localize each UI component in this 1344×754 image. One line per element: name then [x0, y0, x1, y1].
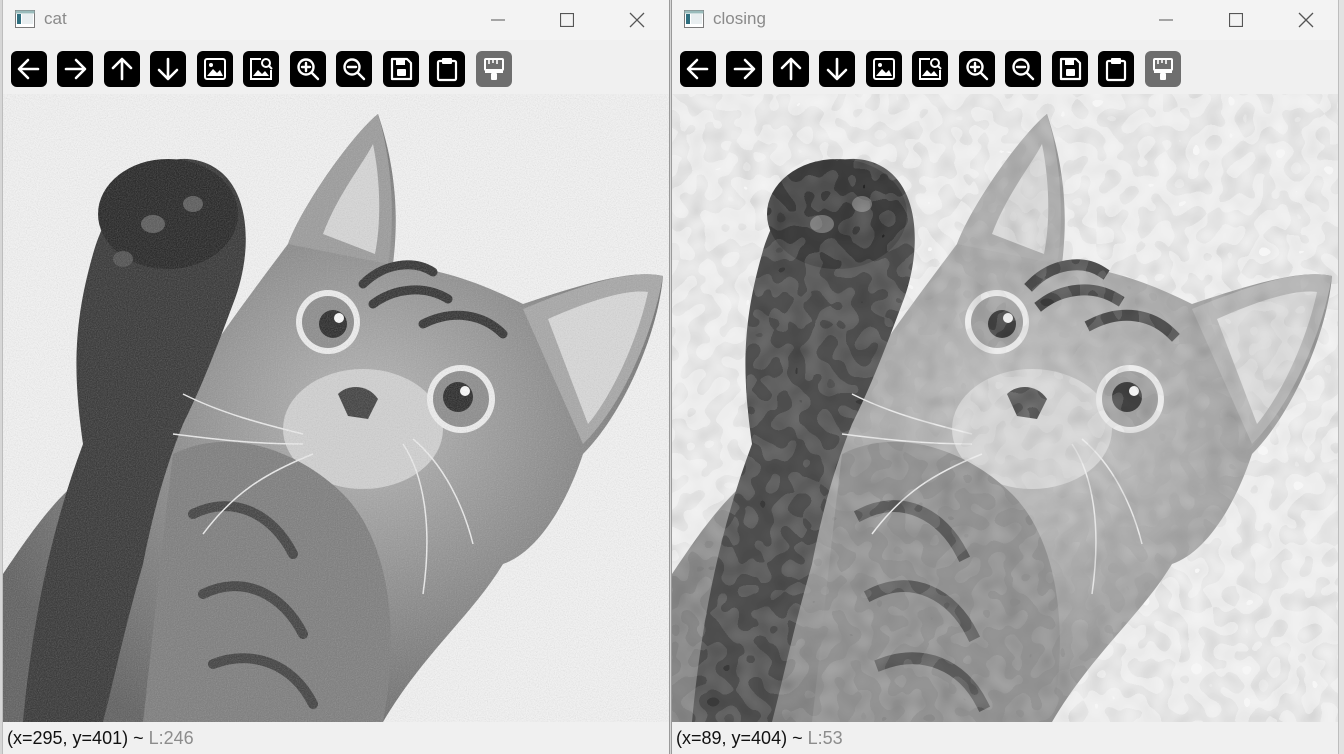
clipboard-icon [436, 58, 458, 82]
title-bar[interactable]: closing [672, 0, 1338, 40]
window-title: cat [44, 9, 67, 28]
image-icon [873, 58, 895, 80]
zoom-x30-button[interactable] [912, 51, 948, 87]
properties-button[interactable] [1145, 51, 1181, 87]
status-text: (x=295, y=401) ~ L:246 [7, 728, 194, 749]
image-window-closing: closing (x=89, y=404) ~ L:53 [671, 0, 1339, 754]
pan-up-button[interactable] [773, 51, 809, 87]
image-canvas[interactable] [672, 94, 1338, 722]
pan-left-button[interactable] [11, 51, 47, 87]
zoom-image-icon [250, 58, 273, 80]
toolbar [672, 45, 1338, 93]
zoom-in-button[interactable] [290, 51, 326, 87]
minimize-icon [1159, 19, 1173, 21]
clipboard-icon [1105, 58, 1127, 82]
minimize-button[interactable] [1143, 4, 1189, 36]
zoom-in-icon [966, 58, 989, 81]
background-window-edge [1339, 0, 1344, 754]
pan-left-button[interactable] [680, 51, 716, 87]
pan-down-button[interactable] [819, 51, 855, 87]
zoom-x1-button[interactable] [197, 51, 233, 87]
status-coords: (x=89, y=404) [676, 728, 788, 748]
cat-photo [3, 94, 669, 722]
pan-down-button[interactable] [150, 51, 186, 87]
maximize-button[interactable] [544, 4, 590, 36]
copy-clipboard-button[interactable] [429, 51, 465, 87]
properties-brush-icon [484, 58, 504, 80]
status-level: L:246 [148, 728, 194, 748]
save-icon [390, 57, 413, 81]
pan-right-button[interactable] [726, 51, 762, 87]
arrow-up-icon [111, 57, 133, 81]
close-button[interactable] [1283, 4, 1329, 36]
save-button[interactable] [1052, 51, 1088, 87]
image-icon [204, 58, 226, 80]
properties-brush-icon [1153, 58, 1173, 80]
save-button[interactable] [383, 51, 419, 87]
status-bar: (x=295, y=401) ~ L:246 [3, 724, 669, 754]
zoom-x1-button[interactable] [866, 51, 902, 87]
image-window-cat: cat (x=295, y=401) ~ L:246 [2, 0, 670, 754]
close-icon [629, 12, 645, 28]
status-separator: ~ [128, 728, 149, 748]
arrow-down-icon [826, 57, 848, 81]
app-icon [684, 10, 704, 28]
properties-button[interactable] [476, 51, 512, 87]
zoom-x30-button[interactable] [243, 51, 279, 87]
cat-photo-closing [672, 94, 1338, 722]
zoom-image-icon [919, 58, 942, 80]
zoom-out-button[interactable] [336, 51, 372, 87]
toolbar [3, 45, 669, 93]
minimize-button[interactable] [475, 4, 521, 36]
arrow-up-icon [780, 57, 802, 81]
close-icon [1298, 12, 1314, 28]
title-bar[interactable]: cat [3, 0, 669, 40]
arrow-left-icon [686, 58, 709, 80]
maximize-icon [560, 13, 574, 27]
status-text: (x=89, y=404) ~ L:53 [676, 728, 843, 749]
close-button[interactable] [614, 4, 660, 36]
minimize-icon [491, 19, 505, 21]
zoom-out-icon [1012, 58, 1035, 81]
arrow-left-icon [17, 58, 40, 80]
zoom-out-icon [343, 58, 366, 81]
status-level: L:53 [807, 728, 843, 748]
maximize-button[interactable] [1213, 4, 1259, 36]
arrow-down-icon [157, 57, 179, 81]
status-coords: (x=295, y=401) [7, 728, 129, 748]
zoom-out-button[interactable] [1005, 51, 1041, 87]
arrow-right-icon [64, 58, 87, 80]
zoom-in-button[interactable] [959, 51, 995, 87]
save-icon [1059, 57, 1082, 81]
window-title: closing [713, 9, 766, 28]
app-icon [15, 10, 35, 28]
pan-up-button[interactable] [104, 51, 140, 87]
status-separator: ~ [787, 728, 808, 748]
status-bar: (x=89, y=404) ~ L:53 [672, 724, 1338, 754]
arrow-right-icon [733, 58, 756, 80]
zoom-in-icon [297, 58, 320, 81]
maximize-icon [1229, 13, 1243, 27]
image-canvas[interactable] [3, 94, 669, 722]
pan-right-button[interactable] [57, 51, 93, 87]
copy-clipboard-button[interactable] [1098, 51, 1134, 87]
